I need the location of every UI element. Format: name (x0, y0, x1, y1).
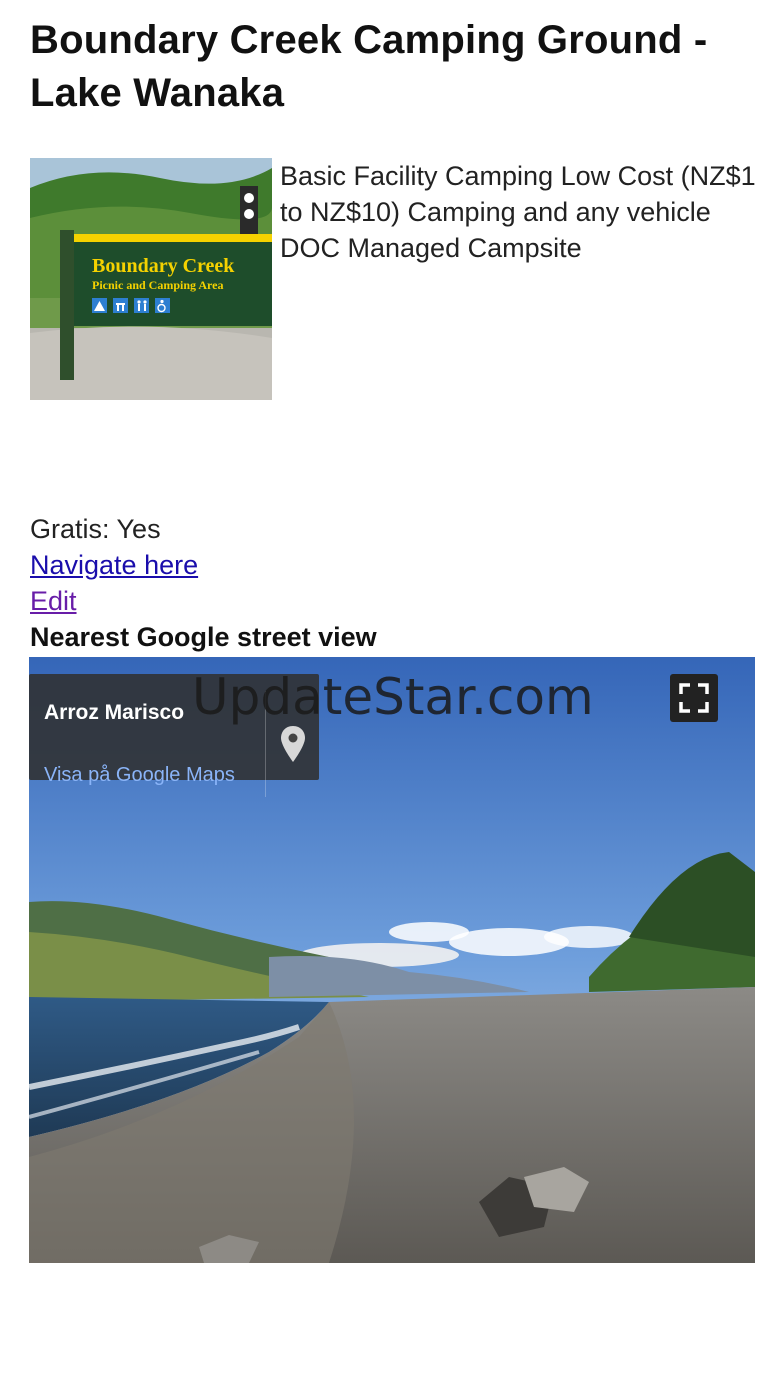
campsite-description: Boundary Creek Picnic and Camping Area B… (30, 158, 760, 400)
page: Boundary Creek Camping Ground - Lake Wan… (0, 0, 780, 1387)
street-view-panorama[interactable]: Arroz Marisco Visa på Google Maps (29, 657, 755, 1263)
navigate-here-link[interactable]: Navigate here (30, 547, 198, 583)
campsite-thumbnail[interactable]: Boundary Creek Picnic and Camping Area (30, 158, 272, 400)
page-title: Boundary Creek Camping Ground - Lake Wan… (30, 18, 708, 115)
map-pin-icon[interactable] (278, 724, 308, 764)
description-text: Basic Facility Camping Low Cost (NZ$1 to… (280, 161, 756, 263)
edit-link[interactable]: Edit (30, 583, 77, 619)
sign-title: Boundary Creek (92, 255, 235, 277)
gratis-status: Gratis: Yes (30, 514, 161, 544)
place-name: Arroz Marisco (44, 701, 185, 724)
toilet-icon (134, 298, 149, 313)
picnic-icon (113, 298, 128, 313)
tent-icon (92, 298, 107, 313)
wheelchair-icon (155, 298, 170, 313)
watermark: UpdateStar.com (192, 668, 594, 726)
sign-subtitle: Picnic and Camping Area (92, 278, 223, 292)
street-view-heading: Nearest Google street view (30, 622, 377, 652)
view-on-google-maps-link[interactable]: Visa på Google Maps (44, 764, 235, 787)
fullscreen-icon[interactable] (670, 674, 718, 722)
